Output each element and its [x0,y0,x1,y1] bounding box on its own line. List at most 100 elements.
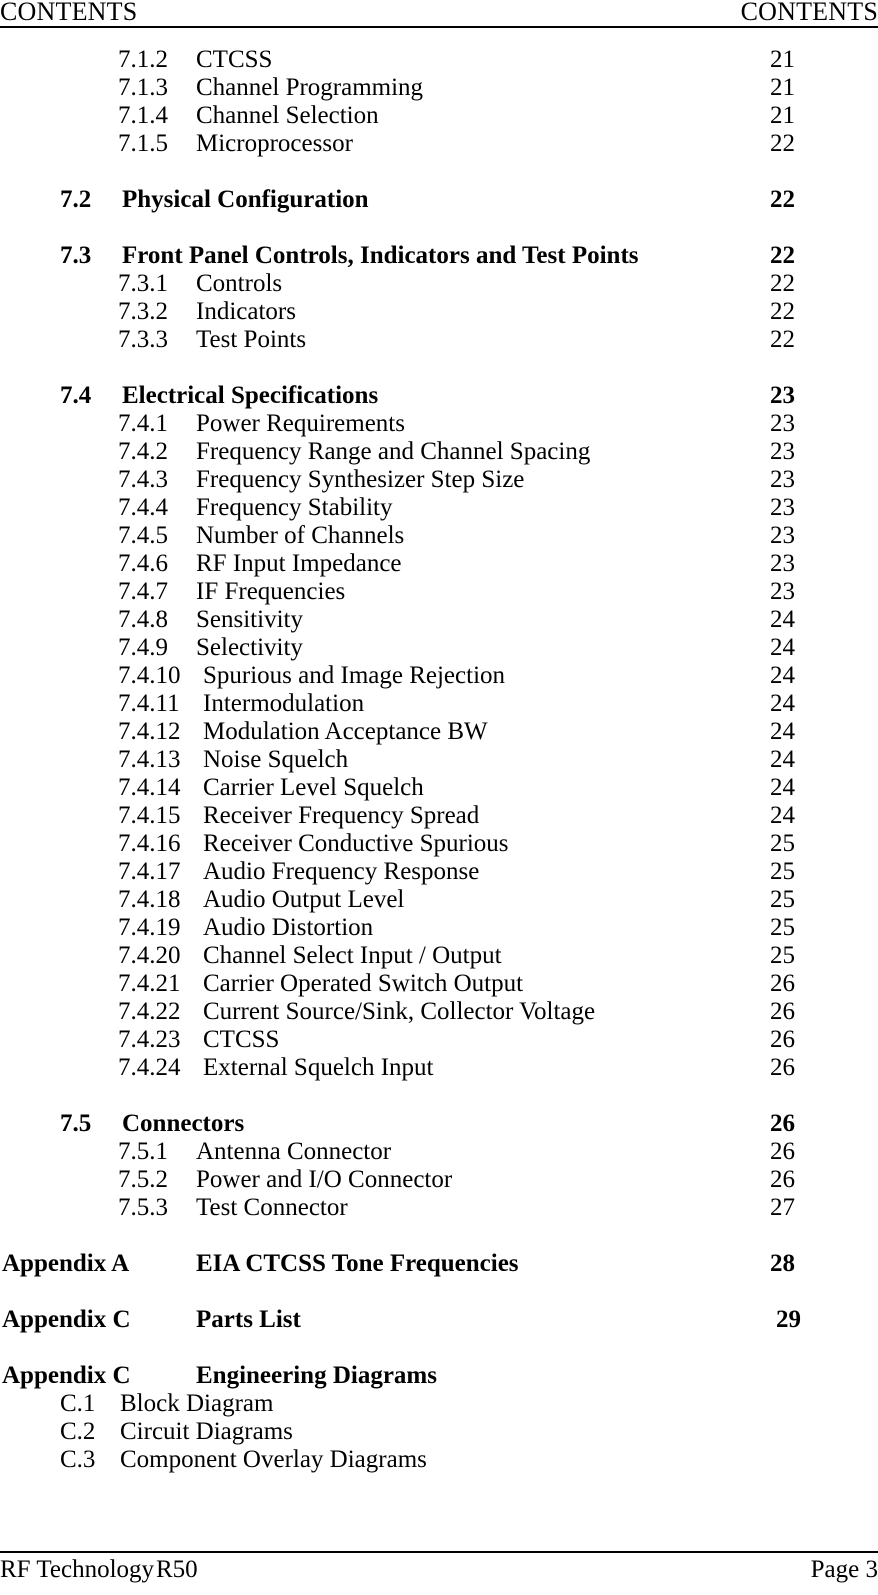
toc-entry-title: Audio Output Level [203,886,405,913]
toc-entry-page-number: 24 [770,662,795,689]
toc-entry-number: 7.4 [60,382,92,409]
toc-entry-number: 7.5.2 [118,1166,168,1193]
toc-entry[interactable]: 7.1.2 CTCSS 21 [0,46,878,74]
toc-entry[interactable]: 7.4.20 Channel Select Input / Output 25 [0,942,878,970]
document-page: CONTENTS CONTENTS 7.1.2 CTCSS 21 7.1.3 Chann… [0,0,878,1595]
toc-entry-title: Current Source/Sink, Collector Voltage [203,998,596,1025]
header-right-title: CONTENTS [740,0,878,26]
toc-entry[interactable]: 7.4.23 CTCSS 26 [0,1026,878,1054]
footer-model: R50 [156,1556,198,1583]
toc-entry-number: 7.4.17 [118,858,181,885]
toc-entry[interactable]: 7.3 Front Panel Controls, Indicators and … [0,242,878,270]
toc-entry[interactable]: 7.4.15 Receiver Frequency Spread 24 [0,802,878,830]
toc-entry-title: Sensitivity [196,606,303,633]
toc-entry[interactable]: 7.4.16 Receiver Conductive Spurious 25 [0,830,878,858]
toc-entry-title: RF Input Impedance [196,550,402,577]
toc-entry[interactable]: Appendix A EIA CTCSS Tone Frequencies 28 [0,1250,878,1278]
toc-entry-title: Component Overlay Diagrams [120,1446,427,1473]
toc-entry-number: 7.4.2 [118,438,168,465]
toc-entry-number: 7.5.3 [118,1194,168,1221]
toc-entry[interactable]: 7.4.1 Power Requirements 23 [0,410,878,438]
toc-entry-page-number: 25 [770,942,795,969]
toc-entry-number: 7.3 [60,242,92,269]
toc-entry[interactable]: 7.3.3 Test Points 22 [0,326,878,354]
toc-entry-title: Receiver Conductive Spurious [203,830,509,857]
toc-entry[interactable]: 7.4.9 Selectivity 24 [0,634,878,662]
toc-entry-number: 7.4.4 [118,494,168,521]
toc-entry[interactable]: 7.4.18 Audio Output Level 25 [0,886,878,914]
toc-entry[interactable]: 7.1.3 Channel Programming 21 [0,74,878,102]
toc-entry[interactable]: 7.5.1 Antenna Connector 26 [0,1138,878,1166]
toc-entry[interactable]: 7.4.3 Frequency Synthesizer Step Size 23 [0,466,878,494]
toc-entry[interactable]: 7.4.2 Frequency Range and Channel Spacing… [0,438,878,466]
toc-entry[interactable]: 7.1.5 Microprocessor 22 [0,130,878,158]
toc-entry-number: C.1 [60,1390,96,1417]
toc-entry-number: 7.1.2 [118,46,168,73]
toc-entry[interactable]: 7.4.17 Audio Frequency Response 25 [0,858,878,886]
toc-entry-number: 7.1.4 [118,102,168,129]
toc-entry[interactable]: 7.4.24 External Squelch Input 26 [0,1054,878,1082]
toc-entry-number: 7.1.5 [118,130,168,157]
toc-entry-number: Appendix C [2,1306,131,1333]
toc-entry-number: 7.4.9 [118,634,168,661]
toc-entry-title: Power Requirements [196,410,405,437]
toc-entry[interactable]: C.1 Block Diagram [0,1390,878,1418]
toc-entry-number: 7.4.3 [118,466,168,493]
toc-entry-page-number: 23 [770,550,795,577]
toc-entry-title: Carrier Level Squelch [203,774,424,801]
toc-entry-page-number: 23 [770,522,795,549]
toc-entry[interactable]: Appendix C Engineering Diagrams [0,1362,878,1390]
toc-entry[interactable]: 7.4.14 Carrier Level Squelch 24 [0,774,878,802]
toc-entry-title: Carrier Operated Switch Output [203,970,524,997]
toc-entry[interactable]: 7.3.1 Controls 22 [0,270,878,298]
toc-entry-number: Appendix A [2,1250,130,1277]
toc-entry[interactable]: 7.5.2 Power and I/O Connector 26 [0,1166,878,1194]
toc-entry[interactable]: 7.4.10 Spurious and Image Rejection 24 [0,662,878,690]
toc-entry[interactable]: 7.4.12 Modulation Acceptance BW 24 [0,718,878,746]
toc-entry-title: Number of Channels [196,522,405,549]
toc-entry[interactable]: C.3 Component Overlay Diagrams [0,1446,878,1474]
toc-entry-page-number: 25 [770,858,795,885]
footer-page-number: Page 3 [810,1556,878,1583]
toc-entry-page-number: 26 [770,1026,795,1053]
toc-entry[interactable]: 7.4.19 Audio Distortion 25 [0,914,878,942]
toc-entry[interactable]: 7.4.6 RF Input Impedance 23 [0,550,878,578]
toc-entry[interactable]: 7.4.22 Current Source/Sink, Collector Vol… [0,998,878,1026]
toc-entry-title: Front Panel Controls, Indicators and Tes… [122,242,639,269]
toc-entry[interactable]: 7.5 Connectors 26 [0,1110,878,1138]
toc-spacer [0,1082,878,1110]
toc-entry-title: EIA CTCSS Tone Frequencies [196,1250,519,1277]
toc-spacer [0,1222,878,1250]
toc-entry[interactable]: 7.4.8 Sensitivity 24 [0,606,878,634]
toc-entry[interactable]: 7.4.7 IF Frequencies 23 [0,578,878,606]
toc-entry[interactable]: 7.4.5 Number of Channels 23 [0,522,878,550]
toc-entry[interactable]: 7.3.2 Indicators 22 [0,298,878,326]
toc-entry[interactable]: 7.4.4 Frequency Stability 23 [0,494,878,522]
toc-entry-number: 7.4.15 [118,802,181,829]
toc-entry[interactable]: 7.5.3 Test Connector 27 [0,1194,878,1222]
toc-entry-page-number: 25 [770,886,795,913]
toc-entry-title: Channel Select Input / Output [203,942,502,969]
toc-entry-title: Engineering Diagrams [196,1362,437,1389]
toc-entry[interactable]: 7.2 Physical Configuration 22 [0,186,878,214]
toc-entry-page-number: 24 [770,774,795,801]
toc-entry-number: 7.4.1 [118,410,168,437]
toc-entry-page-number: 23 [770,494,795,521]
toc-entry-page-number: 22 [770,130,795,157]
toc-entry-title: Frequency Synthesizer Step Size [196,466,525,493]
toc-entry[interactable]: Appendix C Parts List 29 [0,1306,878,1334]
toc-entry-page-number: 26 [770,1110,795,1137]
toc-entry[interactable]: 7.1.4 Channel Selection 21 [0,102,878,130]
toc-entry-title: Noise Squelch [203,746,349,773]
toc-entry[interactable]: 7.4 Electrical Specifications 23 [0,382,878,410]
toc-entry[interactable]: 7.4.11 Intermodulation 24 [0,690,878,718]
toc-entry[interactable]: 7.4.13 Noise Squelch 24 [0,746,878,774]
toc-spacer [0,354,878,382]
toc-entry-title: Electrical Specifications [122,382,379,409]
toc-entry[interactable]: 7.4.21 Carrier Operated Switch Output 26 [0,970,878,998]
toc-entry-number: Appendix C [2,1362,131,1389]
toc-entry-page-number: 24 [770,690,795,717]
page-header: CONTENTS CONTENTS [0,0,878,27]
footer-divider [0,1551,878,1553]
toc-entry[interactable]: C.2 Circuit Diagrams [0,1418,878,1446]
